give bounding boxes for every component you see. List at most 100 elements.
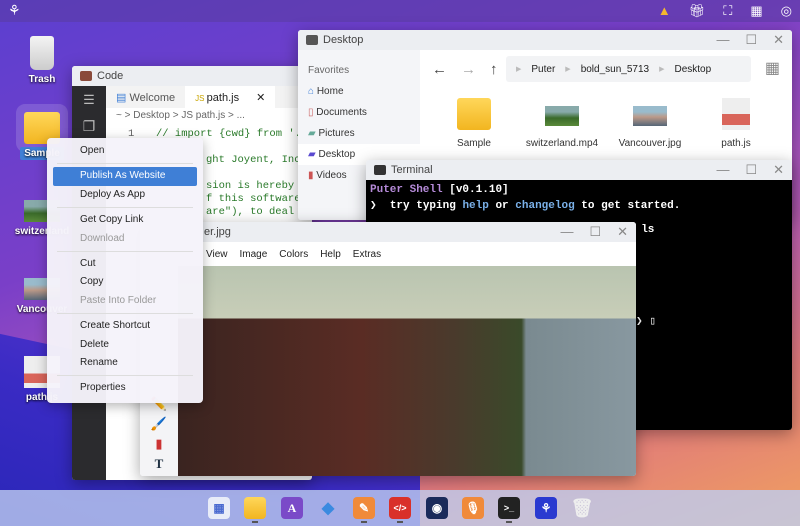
terminal-app-icon[interactable]: >_ — [498, 497, 520, 519]
terminal-app-icon — [374, 165, 386, 175]
menu-item-delete[interactable]: Delete — [53, 336, 197, 354]
minimize-button[interactable]: — — [716, 162, 729, 178]
brush-tool-icon[interactable]: 🖌️ — [140, 416, 178, 432]
tab-path-js[interactable]: JS path.js ✕ — [185, 86, 276, 108]
path-segment[interactable]: Desktop — [674, 64, 711, 75]
explorer-icon[interactable]: ❐ — [72, 118, 106, 135]
maximize-button[interactable]: ☐ — [745, 32, 757, 48]
path-segment[interactable]: bold_sun_5713 — [581, 64, 649, 75]
maximize-button[interactable]: ☐ — [745, 162, 757, 178]
code-line: sion is hereby gra — [206, 180, 312, 192]
airbrush-tool-icon[interactable]: ▮ — [140, 436, 178, 452]
code-line: f this software an — [206, 193, 312, 205]
folder-icon — [457, 98, 491, 130]
file-item[interactable]: path.js — [696, 98, 776, 149]
js-file-icon — [722, 98, 750, 130]
code-line: ght Joyent, Inc. a — [206, 154, 312, 166]
running-indicator — [506, 521, 512, 523]
files-app-icon[interactable] — [244, 497, 266, 519]
divider — [57, 250, 193, 252]
puter-logo-icon[interactable]: ⚘ — [8, 2, 21, 19]
menu-icon[interactable]: ☰ — [72, 92, 106, 108]
recorder-app-icon[interactable]: 🎙︎ — [462, 497, 484, 519]
js-icon: JS — [195, 94, 207, 103]
folder-title-icon — [306, 35, 318, 45]
running-indicator — [252, 521, 258, 523]
divider — [57, 313, 193, 315]
gift-icon[interactable]: 🎁︎ — [689, 3, 706, 19]
menu-item-copy[interactable]: Copy — [53, 273, 197, 291]
menu-view[interactable]: View — [206, 249, 228, 260]
minimize-button[interactable]: — — [560, 224, 573, 240]
app-grid-icon[interactable]: ▦ — [208, 497, 230, 519]
paint-title-bar[interactable]: er.jpg — ☐ ✕ — [140, 222, 636, 242]
dev-center-icon[interactable]: ◆ — [317, 497, 339, 519]
menu-item-open[interactable]: Open — [53, 142, 197, 160]
close-tab-icon[interactable]: ✕ — [256, 92, 265, 104]
divider — [57, 375, 193, 377]
code-title-bar[interactable]: Code — [72, 66, 312, 86]
menu-image[interactable]: Image — [240, 249, 268, 260]
code-line: are"), to deal in — [206, 206, 312, 218]
warning-icon[interactable]: ▲ — [658, 3, 671, 19]
account-icon[interactable]: ◎ — [781, 3, 792, 19]
running-indicator — [361, 521, 367, 523]
menu-item-download: Download — [80, 232, 125, 244]
maximize-button[interactable]: ☐ — [589, 224, 601, 240]
qr-code-icon[interactable]: ▦ — [750, 3, 762, 19]
menu-item-cut[interactable]: Cut — [53, 255, 197, 273]
pictures-icon: ▰ — [308, 128, 319, 139]
back-button[interactable]: ← — [432, 61, 447, 78]
file-item[interactable]: Sample — [434, 98, 514, 149]
paint-app-icon[interactable]: ✎ — [353, 497, 375, 519]
desktop-item-trash[interactable]: Trash — [2, 36, 82, 85]
welcome-icon: ▤ — [116, 92, 130, 104]
menu-item-deploy-as-app[interactable]: Deploy As App — [53, 186, 197, 204]
breadcrumb: ~ > Desktop > JS path.js > ... — [116, 110, 245, 121]
menu-item-rename[interactable]: Rename — [53, 354, 197, 372]
close-button[interactable]: ✕ — [617, 224, 628, 240]
minimize-button[interactable]: — — [716, 32, 729, 48]
menu-item-create-shortcut[interactable]: Create Shortcut — [53, 317, 197, 335]
file-item[interactable]: switzerland.mp4 — [522, 98, 602, 149]
fullscreen-icon[interactable]: ⛶ — [723, 3, 732, 19]
code-app-icon — [80, 71, 92, 81]
path-segment[interactable]: Puter — [531, 64, 555, 75]
menu-help[interactable]: Help — [320, 249, 341, 260]
sidebar-item-documents[interactable]: ▯ Documents — [298, 102, 420, 123]
font-app-icon[interactable]: A — [281, 497, 303, 519]
menu-item-publish-as-website[interactable]: Publish As Website — [53, 167, 197, 186]
text-tool-icon[interactable]: T — [140, 456, 178, 472]
menu-item-paste-into-folder: Paste Into Folder — [80, 294, 157, 306]
code-app-icon[interactable]: </> — [389, 497, 411, 519]
editor-tabs: ▤ Welcome JS path.js ✕ — [106, 86, 312, 108]
top-bar: ⚘ ▲ 🎁︎ ⛶ ▦ ◎ — [0, 0, 800, 22]
paint-window[interactable]: er.jpg — ☐ ✕ View Image Colors Help Extras… — [140, 222, 636, 476]
divider — [57, 163, 193, 165]
menu-item-properties[interactable]: Properties — [53, 379, 197, 397]
menu-extras[interactable]: Extras — [353, 249, 381, 260]
divider — [57, 207, 193, 209]
tab-welcome[interactable]: ▤ Welcome — [106, 86, 185, 108]
forward-button[interactable]: → — [461, 61, 476, 78]
camera-app-icon[interactable]: ◉ — [426, 497, 448, 519]
video-thumbnail — [545, 106, 579, 126]
terminal-cursor: ❯ ▯ — [636, 316, 656, 328]
paint-menu-bar: View Image Colors Help Extras — [140, 242, 636, 266]
file-item[interactable]: Vancouver.jpg — [610, 98, 690, 149]
sidebar-item-home[interactable]: ⌂ Home — [298, 81, 420, 102]
puter-app-icon[interactable]: ⚘ — [535, 497, 557, 519]
menu-item-get-copy-link[interactable]: Get Copy Link — [53, 211, 197, 229]
close-button[interactable]: ✕ — [773, 162, 784, 178]
path-bar: ▶ Puter ▶ bold_sun_5713 ▶ Desktop — [506, 56, 751, 82]
view-grid-icon[interactable]: ▦ — [765, 58, 780, 78]
menu-colors[interactable]: Colors — [279, 249, 308, 260]
paint-canvas[interactable] — [178, 266, 636, 476]
terminal-title-bar[interactable]: Terminal — ☐ ✕ — [366, 160, 792, 180]
close-button[interactable]: ✕ — [773, 32, 784, 48]
trash-icon[interactable]: 🗑︎ — [571, 497, 594, 519]
sidebar-item-pictures[interactable]: ▰ Pictures — [298, 123, 420, 144]
files-title-bar[interactable]: Desktop — ☐ ✕ — [298, 30, 792, 50]
context-menu: Open Publish As Website Deploy As App Ge… — [47, 138, 203, 403]
up-button[interactable]: ↑ — [490, 61, 498, 78]
